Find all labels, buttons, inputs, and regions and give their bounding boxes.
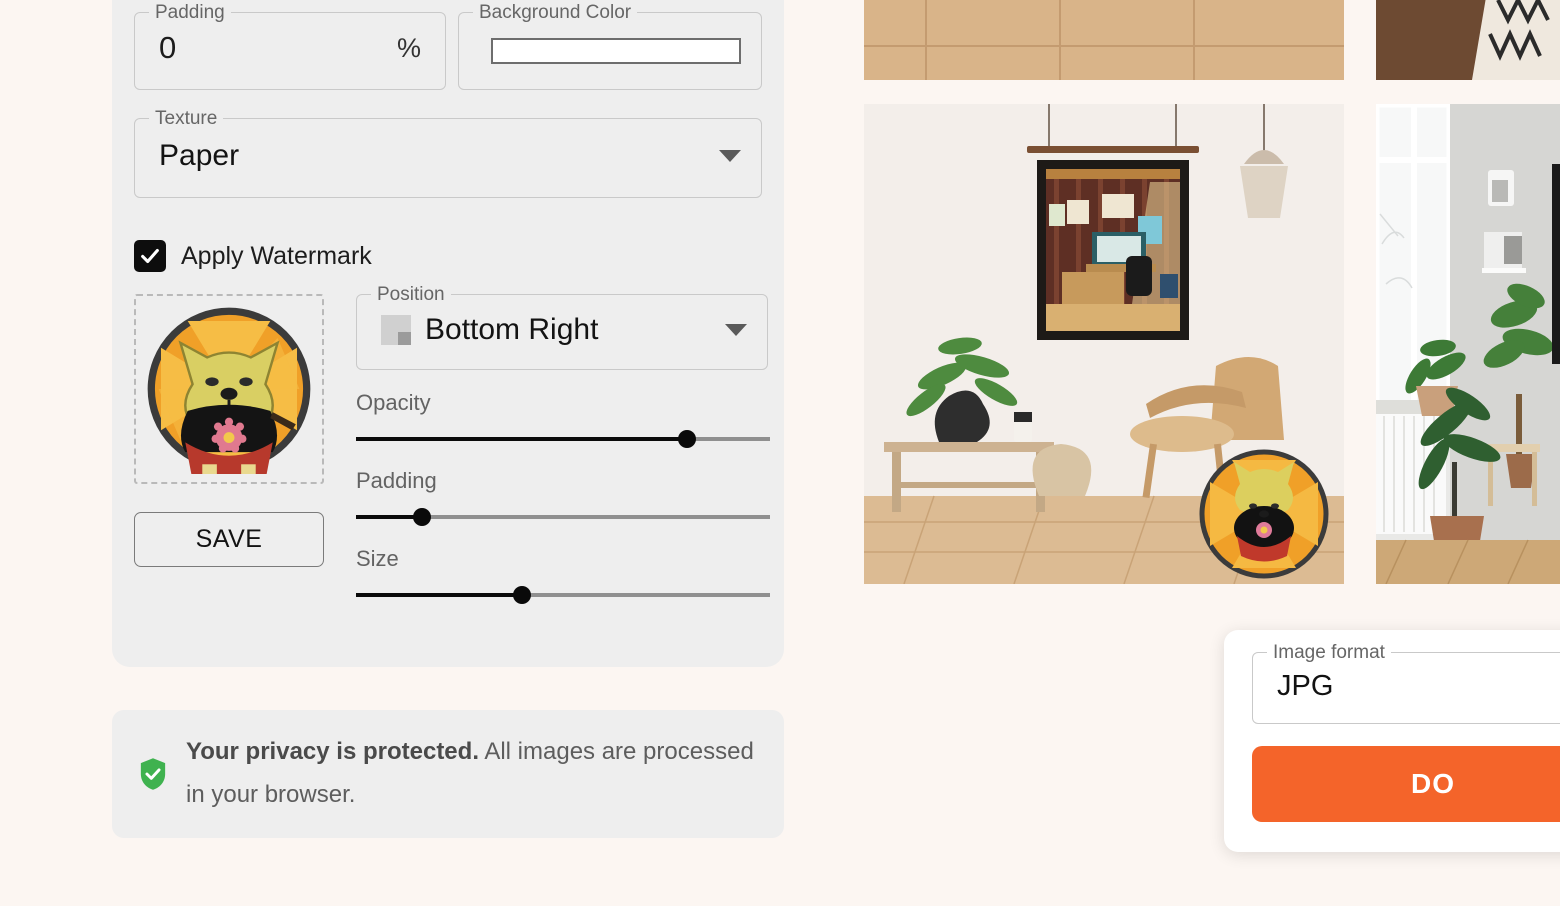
position-legend: Position xyxy=(371,284,451,306)
position-value: Bottom Right xyxy=(425,313,599,346)
opacity-slider[interactable] xyxy=(356,430,770,448)
texture-select[interactable]: Texture Paper xyxy=(134,108,762,198)
preview-column-right xyxy=(1376,0,1560,608)
preview-column-left xyxy=(864,0,1344,608)
slider-thumb[interactable] xyxy=(512,586,531,604)
preview-thumb-window-plants[interactable] xyxy=(1376,104,1560,584)
save-watermark-button[interactable]: SAVE xyxy=(134,512,324,567)
shiba-samurai-logo-icon xyxy=(147,307,311,474)
preview-thumb-wood-floor[interactable] xyxy=(864,0,1344,80)
padding-input-value[interactable]: 0 xyxy=(159,30,176,66)
preview-thumb-living-room[interactable] xyxy=(864,104,1344,584)
watermark-editor: SAVE Position Bottom Right Opacity Paddi… xyxy=(134,284,770,604)
mockup-art-window xyxy=(1376,104,1560,584)
app-root: Padding 0 % Background Color Texture Pap… xyxy=(0,0,1560,906)
chevron-down-icon[interactable] xyxy=(719,150,741,162)
watermark-padding-slider-block: Padding xyxy=(356,468,770,526)
apply-watermark-toggle[interactable]: Apply Watermark xyxy=(134,240,762,272)
slider-fill xyxy=(356,593,522,597)
background-color-field[interactable]: Background Color xyxy=(458,2,762,90)
padding-unit-label: % xyxy=(396,32,421,63)
download-button[interactable]: DO xyxy=(1252,746,1560,822)
watermark-size-slider[interactable] xyxy=(356,586,770,604)
padding-legend: Padding xyxy=(149,2,231,24)
opacity-label: Opacity xyxy=(356,390,431,415)
background-color-swatch[interactable] xyxy=(491,38,741,64)
mockup-art-rug xyxy=(1376,0,1560,80)
image-format-value: JPG xyxy=(1277,669,1334,702)
slider-thumb[interactable] xyxy=(678,430,697,448)
watermark-padding-label: Padding xyxy=(356,468,437,493)
download-panel: Image format JPG DO xyxy=(1224,630,1560,852)
mockup-art-living-room xyxy=(864,104,1344,584)
watermark-position-select[interactable]: Position Bottom Right xyxy=(356,284,768,370)
padding-background-row: Padding 0 % Background Color xyxy=(134,2,762,90)
image-format-select[interactable]: Image format JPG xyxy=(1252,642,1560,724)
slider-thumb[interactable] xyxy=(413,508,432,526)
shield-check-icon xyxy=(140,758,166,790)
watermark-overlay xyxy=(1199,449,1329,579)
watermark-size-slider-block: Size xyxy=(356,546,770,604)
checkbox-checked-icon[interactable] xyxy=(134,240,166,272)
texture-legend: Texture xyxy=(149,108,224,130)
position-bottom-right-icon xyxy=(381,315,411,345)
privacy-headline: Your privacy is protected. xyxy=(186,738,479,766)
watermark-logo-column: SAVE xyxy=(134,294,324,604)
privacy-text: Your privacy is protected. All images ar… xyxy=(186,731,758,816)
watermark-padding-slider[interactable] xyxy=(356,508,770,526)
watermark-size-label: Size xyxy=(356,546,399,571)
watermark-controls-column: Position Bottom Right Opacity Padding Si… xyxy=(356,284,770,604)
opacity-slider-block: Opacity xyxy=(356,390,770,448)
slider-fill xyxy=(356,437,688,441)
mockup-art-floor xyxy=(864,0,1344,80)
watermark-logo-dropzone[interactable] xyxy=(134,294,324,484)
preview-thumb-rug-floor[interactable] xyxy=(1376,0,1560,80)
apply-watermark-label: Apply Watermark xyxy=(181,241,372,270)
privacy-notice: Your privacy is protected. All images ar… xyxy=(112,710,784,838)
background-color-legend: Background Color xyxy=(473,2,638,24)
image-format-legend: Image format xyxy=(1267,642,1391,664)
texture-value: Paper xyxy=(159,139,240,172)
padding-field[interactable]: Padding 0 % xyxy=(134,2,446,90)
image-settings-panel: Padding 0 % Background Color Texture Pap… xyxy=(112,0,784,667)
chevron-down-icon[interactable] xyxy=(725,324,747,336)
